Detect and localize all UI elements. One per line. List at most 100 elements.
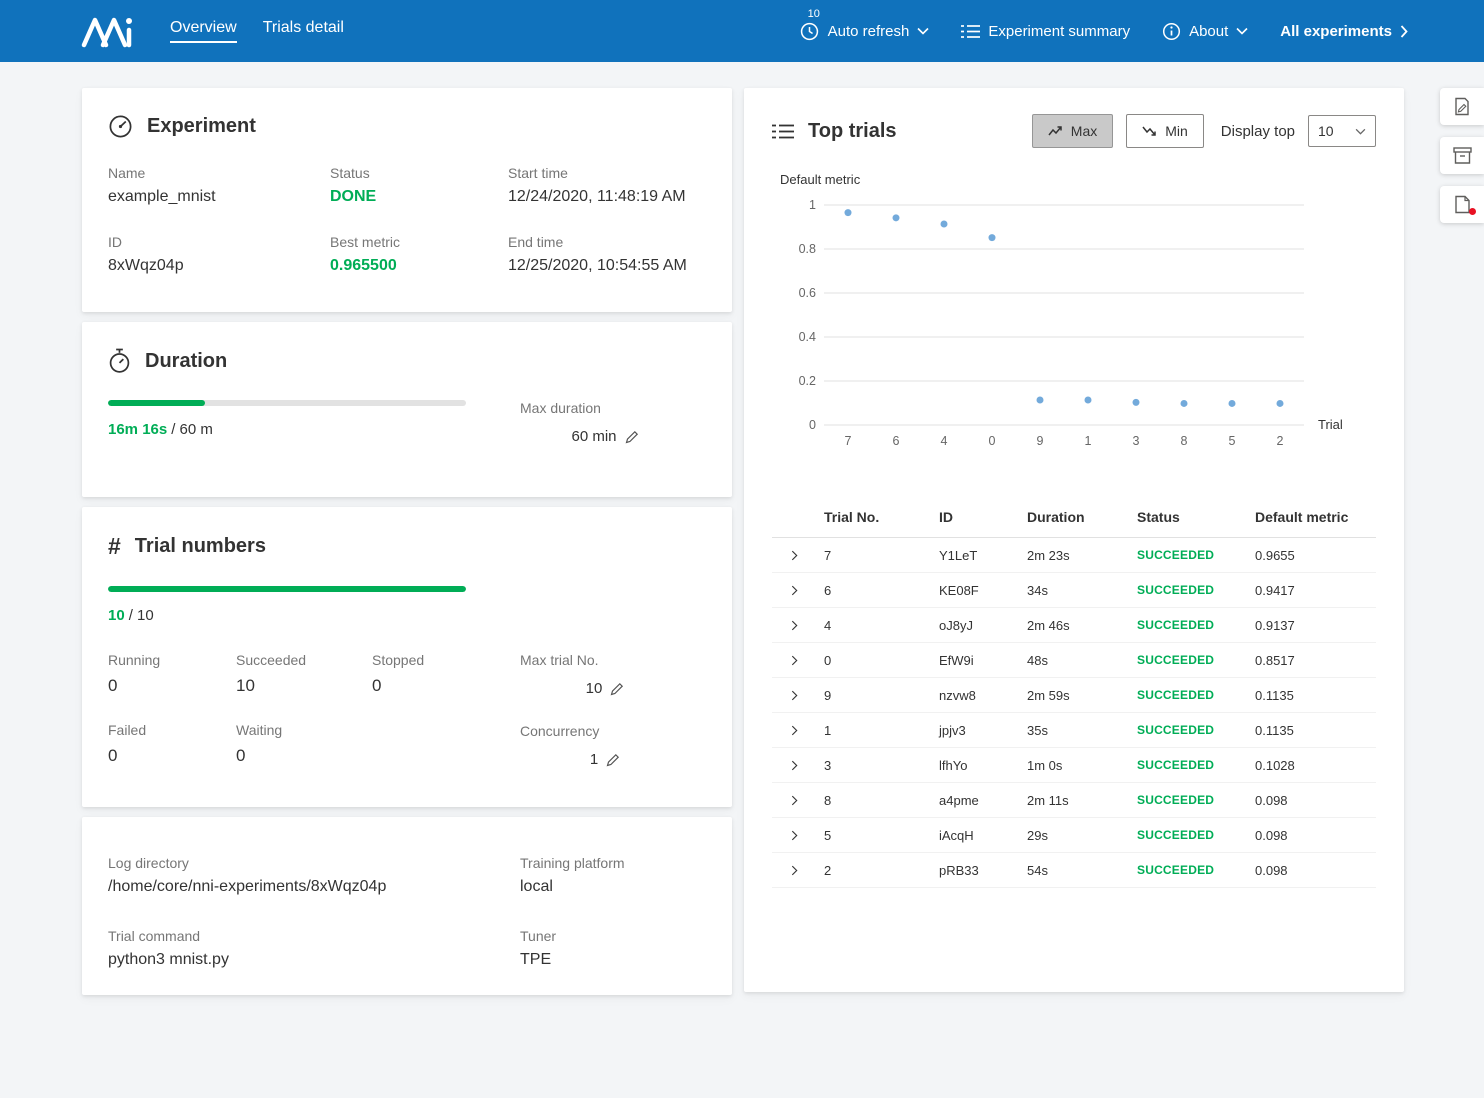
stat-failed: Failed 0 — [108, 722, 236, 766]
field-trial-command: Trial command python3 mnist.py — [108, 928, 520, 969]
feedback-button[interactable] — [1440, 88, 1484, 125]
svg-text:0: 0 — [989, 434, 996, 448]
trial-id-cell: lfhYo — [931, 758, 1019, 773]
svg-text:6: 6 — [893, 434, 900, 448]
about-menu[interactable]: About — [1162, 22, 1248, 41]
field-tuner: Tuner TPE — [520, 928, 706, 969]
duration-cell: 2m 59s — [1019, 688, 1129, 703]
metric-cell: 0.1135 — [1247, 688, 1376, 703]
table-row[interactable]: 0EfW9i48sSUCCEEDED0.8517 — [772, 643, 1376, 678]
expand-row-icon[interactable] — [791, 865, 798, 876]
nni-overview-page: Overview Trials detail 10 Auto refresh E… — [0, 0, 1484, 1098]
edit-pencil-icon[interactable] — [610, 682, 624, 696]
status-cell: SUCCEEDED — [1129, 863, 1247, 877]
log-directory-label: Log directory — [108, 855, 520, 871]
best-metric-value: 0.965500 — [330, 257, 508, 275]
stat-label: Waiting — [236, 722, 372, 738]
svg-text:Trial: Trial — [1318, 417, 1343, 432]
status-cell: SUCCEEDED — [1129, 548, 1247, 562]
trials-total: / 10 — [129, 607, 154, 624]
expand-row-icon[interactable] — [791, 585, 798, 596]
archive-button[interactable] — [1440, 137, 1484, 174]
edit-pencil-icon[interactable] — [606, 753, 620, 767]
table-row[interactable]: 3lfhYo1m 0sSUCCEEDED0.1028 — [772, 748, 1376, 783]
expand-row-icon[interactable] — [791, 690, 798, 701]
stat-waiting: Waiting 0 — [236, 722, 372, 766]
expand-row-icon[interactable] — [791, 830, 798, 841]
expand-row-icon[interactable] — [791, 760, 798, 771]
field-id: ID 8xWqz04p — [108, 234, 330, 275]
min-button[interactable]: Min — [1126, 114, 1204, 148]
stat-label: Stopped — [372, 652, 520, 668]
clock-icon — [799, 21, 820, 42]
max-trial-block: Max trial No. 10 — [520, 652, 690, 697]
refresh-countdown: 10 — [808, 8, 820, 20]
top-trials-title: Top trials — [808, 120, 897, 143]
auto-refresh-control[interactable]: 10 Auto refresh — [799, 21, 930, 42]
svg-text:1: 1 — [1085, 434, 1092, 448]
trial-id-cell: pRB33 — [931, 863, 1019, 878]
info-icon — [1162, 22, 1181, 41]
edit-pencil-icon[interactable] — [625, 430, 639, 444]
field-best-metric: Best metric 0.965500 — [330, 234, 508, 275]
stat-value: 0 — [372, 676, 520, 696]
experiment-summary-label: Experiment summary — [988, 23, 1130, 40]
max-trial-label: Max trial No. — [520, 652, 690, 668]
table-row[interactable]: 6KE08F34sSUCCEEDED0.9417 — [772, 573, 1376, 608]
display-top-value: 10 — [1318, 123, 1334, 139]
duration-fraction: 16m 16s/ 60 m — [108, 421, 520, 438]
experiment-summary-button[interactable]: Experiment summary — [961, 23, 1130, 40]
expand-row-icon[interactable] — [791, 655, 798, 666]
svg-text:8: 8 — [1181, 434, 1188, 448]
max-duration-label: Max duration — [520, 400, 690, 416]
trial-id-cell: iAcqH — [931, 828, 1019, 843]
svg-text:2: 2 — [1277, 434, 1284, 448]
col-duration[interactable]: Duration — [1019, 509, 1129, 525]
trial-no-cell: 0 — [816, 653, 931, 668]
status-label: Status — [330, 165, 508, 181]
trials-fraction: 10/ 10 — [108, 607, 706, 624]
expand-row-icon[interactable] — [791, 795, 798, 806]
svg-text:0: 0 — [809, 418, 816, 432]
field-log-directory: Log directory /home/core/nni-experiments… — [108, 855, 520, 896]
table-row[interactable]: 8a4pme2m 11sSUCCEEDED0.098 — [772, 783, 1376, 818]
table-row[interactable]: 5iAcqH29sSUCCEEDED0.098 — [772, 818, 1376, 853]
trial-stats: Running 0 Succeeded 10 Stopped 0 Faile — [108, 652, 520, 766]
duration-card: Duration 16m 16s/ 60 m Max duration 60 m… — [82, 322, 732, 497]
tuner-label: Tuner — [520, 928, 706, 944]
duration-elapsed: 16m 16s — [108, 421, 167, 438]
all-experiments-link[interactable]: All experiments — [1280, 23, 1408, 40]
status-cell: SUCCEEDED — [1129, 828, 1247, 842]
expand-row-icon[interactable] — [791, 725, 798, 736]
tab-overview[interactable]: Overview — [170, 19, 237, 43]
gauge-icon — [108, 114, 133, 139]
concurrency-block: Concurrency 1 — [520, 723, 690, 768]
col-trial-no[interactable]: Trial No. — [816, 509, 931, 525]
doc-edit-icon — [1453, 97, 1471, 116]
col-id[interactable]: ID — [931, 509, 1019, 525]
col-default-metric[interactable]: Default metric — [1247, 509, 1376, 525]
table-row[interactable]: 1jpjv335sSUCCEEDED0.1135 — [772, 713, 1376, 748]
table-row[interactable]: 2pRB3354sSUCCEEDED0.098 — [772, 853, 1376, 888]
stat-value: 0 — [108, 746, 236, 766]
expand-row-icon[interactable] — [791, 550, 798, 561]
document-button[interactable] — [1440, 186, 1484, 223]
expand-row-icon[interactable] — [791, 620, 798, 631]
experiment-card-title: Experiment — [147, 115, 256, 138]
table-row[interactable]: 9nzvw82m 59sSUCCEEDED0.1135 — [772, 678, 1376, 713]
max-button[interactable]: Max — [1032, 114, 1113, 148]
trend-up-icon — [1048, 125, 1062, 137]
display-top-select[interactable]: 10 — [1308, 115, 1376, 147]
duration-cell: 35s — [1019, 723, 1129, 738]
tab-trials-detail[interactable]: Trials detail — [263, 19, 344, 43]
trials-done: 10 — [108, 607, 125, 624]
metric-chart: 00.20.40.60.817640913852Default metricTr… — [772, 170, 1372, 470]
status-cell: SUCCEEDED — [1129, 653, 1247, 667]
config-card: Log directory /home/core/nni-experiments… — [82, 817, 732, 995]
table-row[interactable]: 7Y1LeT2m 23sSUCCEEDED0.9655 — [772, 538, 1376, 573]
table-row[interactable]: 4oJ8yJ2m 46sSUCCEEDED0.9137 — [772, 608, 1376, 643]
svg-text:1: 1 — [809, 198, 816, 212]
nni-logo[interactable] — [80, 12, 140, 50]
col-status[interactable]: Status — [1129, 509, 1247, 525]
id-label: ID — [108, 234, 330, 250]
